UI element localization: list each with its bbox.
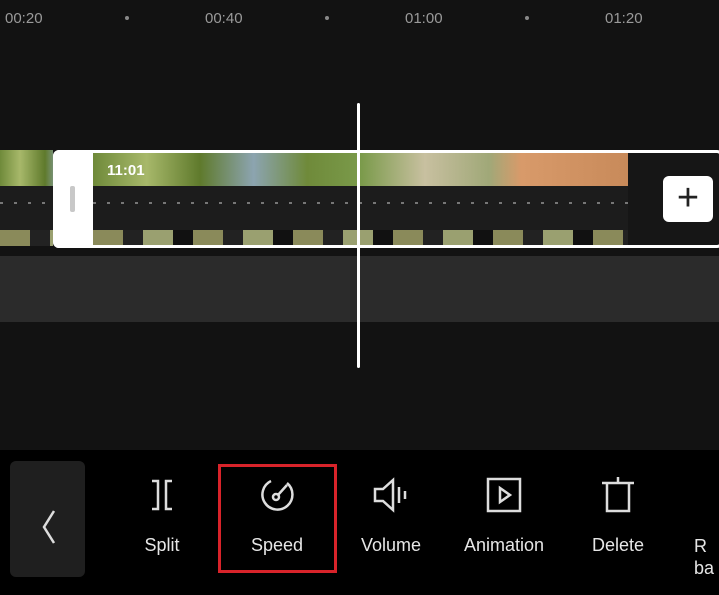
volume-button[interactable]: Volume xyxy=(336,475,446,556)
volume-icon xyxy=(373,477,407,513)
ruler-dot xyxy=(325,16,329,20)
ruler-tick: 00:20 xyxy=(5,10,43,27)
ruler-tick: 01:20 xyxy=(605,10,643,27)
ruler-tick: 01:00 xyxy=(405,10,443,27)
split-button[interactable]: Split xyxy=(107,475,217,556)
animation-icon xyxy=(486,477,522,513)
time-ruler[interactable]: 00:20 00:40 01:00 01:20 xyxy=(0,0,719,40)
ruler-dot xyxy=(525,16,529,20)
delete-icon xyxy=(602,477,634,513)
ruler-tick: 00:40 xyxy=(205,10,243,27)
split-icon xyxy=(152,479,172,511)
clip-selection-border xyxy=(53,150,719,248)
back-button[interactable] xyxy=(10,461,85,577)
playhead[interactable] xyxy=(357,103,360,368)
remove-background-button[interactable]: R ba xyxy=(680,475,719,579)
delete-button[interactable]: Delete xyxy=(563,475,673,556)
clip-duration: 11:01 xyxy=(107,162,145,179)
add-clip-button[interactable]: + xyxy=(663,176,713,222)
chevron-left-icon xyxy=(42,510,56,544)
clip-trim-handle[interactable] xyxy=(53,150,93,248)
selection-highlight xyxy=(218,464,337,573)
edit-toolbar: Split Speed Volume Animation Delete R ba xyxy=(0,450,719,595)
previous-clip[interactable] xyxy=(0,150,53,246)
animation-button[interactable]: Animation xyxy=(449,475,559,556)
ruler-dot xyxy=(125,16,129,20)
